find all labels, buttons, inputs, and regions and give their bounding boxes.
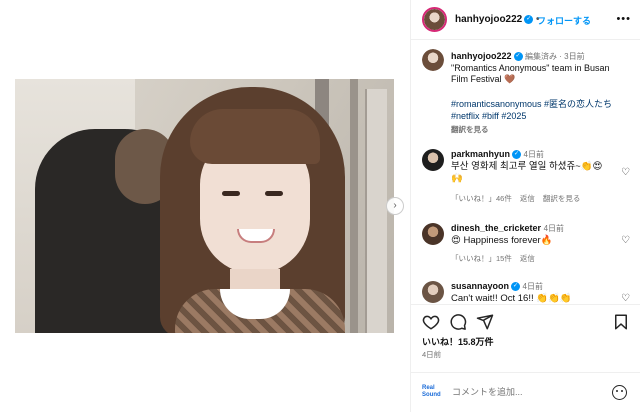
verified-badge-icon: ✓ <box>512 150 522 160</box>
comment-time: 4日前 <box>522 282 543 291</box>
post-date: 4日前 <box>422 350 442 359</box>
caption-avatar[interactable] <box>422 49 444 71</box>
comment-text: 부산 영화제 최고루 열일 하셨쥬~👏😍🙌 <box>451 161 603 184</box>
comment-text: 😍 Happiness forever🔥 <box>451 235 553 246</box>
heart-icon[interactable] <box>422 313 440 331</box>
avatar[interactable] <box>422 223 444 245</box>
bookmark-icon[interactable] <box>612 313 630 331</box>
action-bar <box>411 304 640 334</box>
hashtags-line-1[interactable]: #romanticsanonymous #匿名の恋人たち <box>451 98 636 110</box>
comment-translate-link[interactable]: 翻訳を見る <box>543 194 581 203</box>
more-options-icon[interactable]: ••• <box>616 13 631 25</box>
like-count[interactable]: いいね！15.8万件 <box>422 335 494 348</box>
post-media: › <box>0 0 410 412</box>
comment-time: 4日前 <box>543 224 565 233</box>
comment-item: parkmanhyun ✓ 4日前 부산 영화제 최고루 열일 하셨쥬~👏😍🙌 「… <box>411 147 640 207</box>
hashtags-line-2[interactable]: #netflix #biff #2025 <box>451 110 636 122</box>
reply-button[interactable]: 返信 <box>520 194 535 203</box>
comment-username[interactable]: parkmanhyun <box>451 149 510 159</box>
comment-heart-icon[interactable]: ♡ <box>621 293 630 303</box>
comment-item: susannayoon ✓ 4日前 Can't wait!! Oct 16!! 👏… <box>411 279 640 303</box>
share-icon[interactable] <box>476 313 494 331</box>
reply-button[interactable]: 返信 <box>520 254 535 263</box>
avatar[interactable] <box>422 149 444 171</box>
comment-item: dinesh_the_cricketer 4日前 😍 Happiness for… <box>411 221 640 263</box>
verified-badge-icon: ✓ <box>513 52 523 62</box>
add-comment-bar: Real Sound <box>411 372 640 412</box>
comment-likes[interactable]: 「いいね！」15件 <box>451 254 512 263</box>
caption-time: 3日前 <box>564 52 585 61</box>
comment-likes[interactable]: 「いいね！」46件 <box>451 194 512 203</box>
comment-username[interactable]: susannayoon <box>451 281 509 291</box>
caption-text-2: Film Festival 🤎 <box>451 74 516 84</box>
brand-logo: Real Sound <box>422 385 441 398</box>
post-side-panel: hanhyojoo222 ✓ • フォローする ••• hanhyojoo222 ✓… <box>410 0 640 412</box>
verified-badge-icon: ✓ <box>511 282 521 292</box>
comment-username[interactable]: dinesh_the_cricketer <box>451 223 541 233</box>
chevron-right-icon[interactable]: › <box>386 197 404 215</box>
caption-username[interactable]: hanhyojoo222 <box>451 51 512 61</box>
header-username[interactable]: hanhyojoo222 <box>455 14 522 25</box>
caption-edited: 編集済み <box>525 52 558 61</box>
emoji-icon[interactable] <box>612 385 627 400</box>
post-photo <box>15 79 394 333</box>
avatar[interactable] <box>422 281 444 303</box>
comment-heart-icon[interactable]: ♡ <box>621 235 630 246</box>
avatar[interactable] <box>422 7 447 32</box>
comments-list[interactable]: hanhyojoo222 ✓ 編集済み · 3日前 "Romantics Anon… <box>411 41 640 303</box>
post-header: hanhyojoo222 ✓ • フォローする ••• <box>411 0 640 40</box>
comment-text: Can't wait!! Oct 16!! 👏👏👏 <box>451 293 572 303</box>
follow-button[interactable]: フォローする <box>537 14 591 27</box>
comment-heart-icon[interactable]: ♡ <box>621 167 630 178</box>
verified-badge-icon: ✓ <box>524 14 534 24</box>
comment-input[interactable] <box>452 383 602 401</box>
caption-text-1: "Romantics Anonymous" team in Busan <box>451 63 610 73</box>
comment-icon[interactable] <box>449 313 467 331</box>
comment-time: 4日前 <box>523 150 544 159</box>
caption-translate-link[interactable]: 翻訳を見る <box>451 124 489 135</box>
hashtags[interactable]: #romanticsanonymous #匿名の恋人たち #netflix #b… <box>451 98 636 122</box>
